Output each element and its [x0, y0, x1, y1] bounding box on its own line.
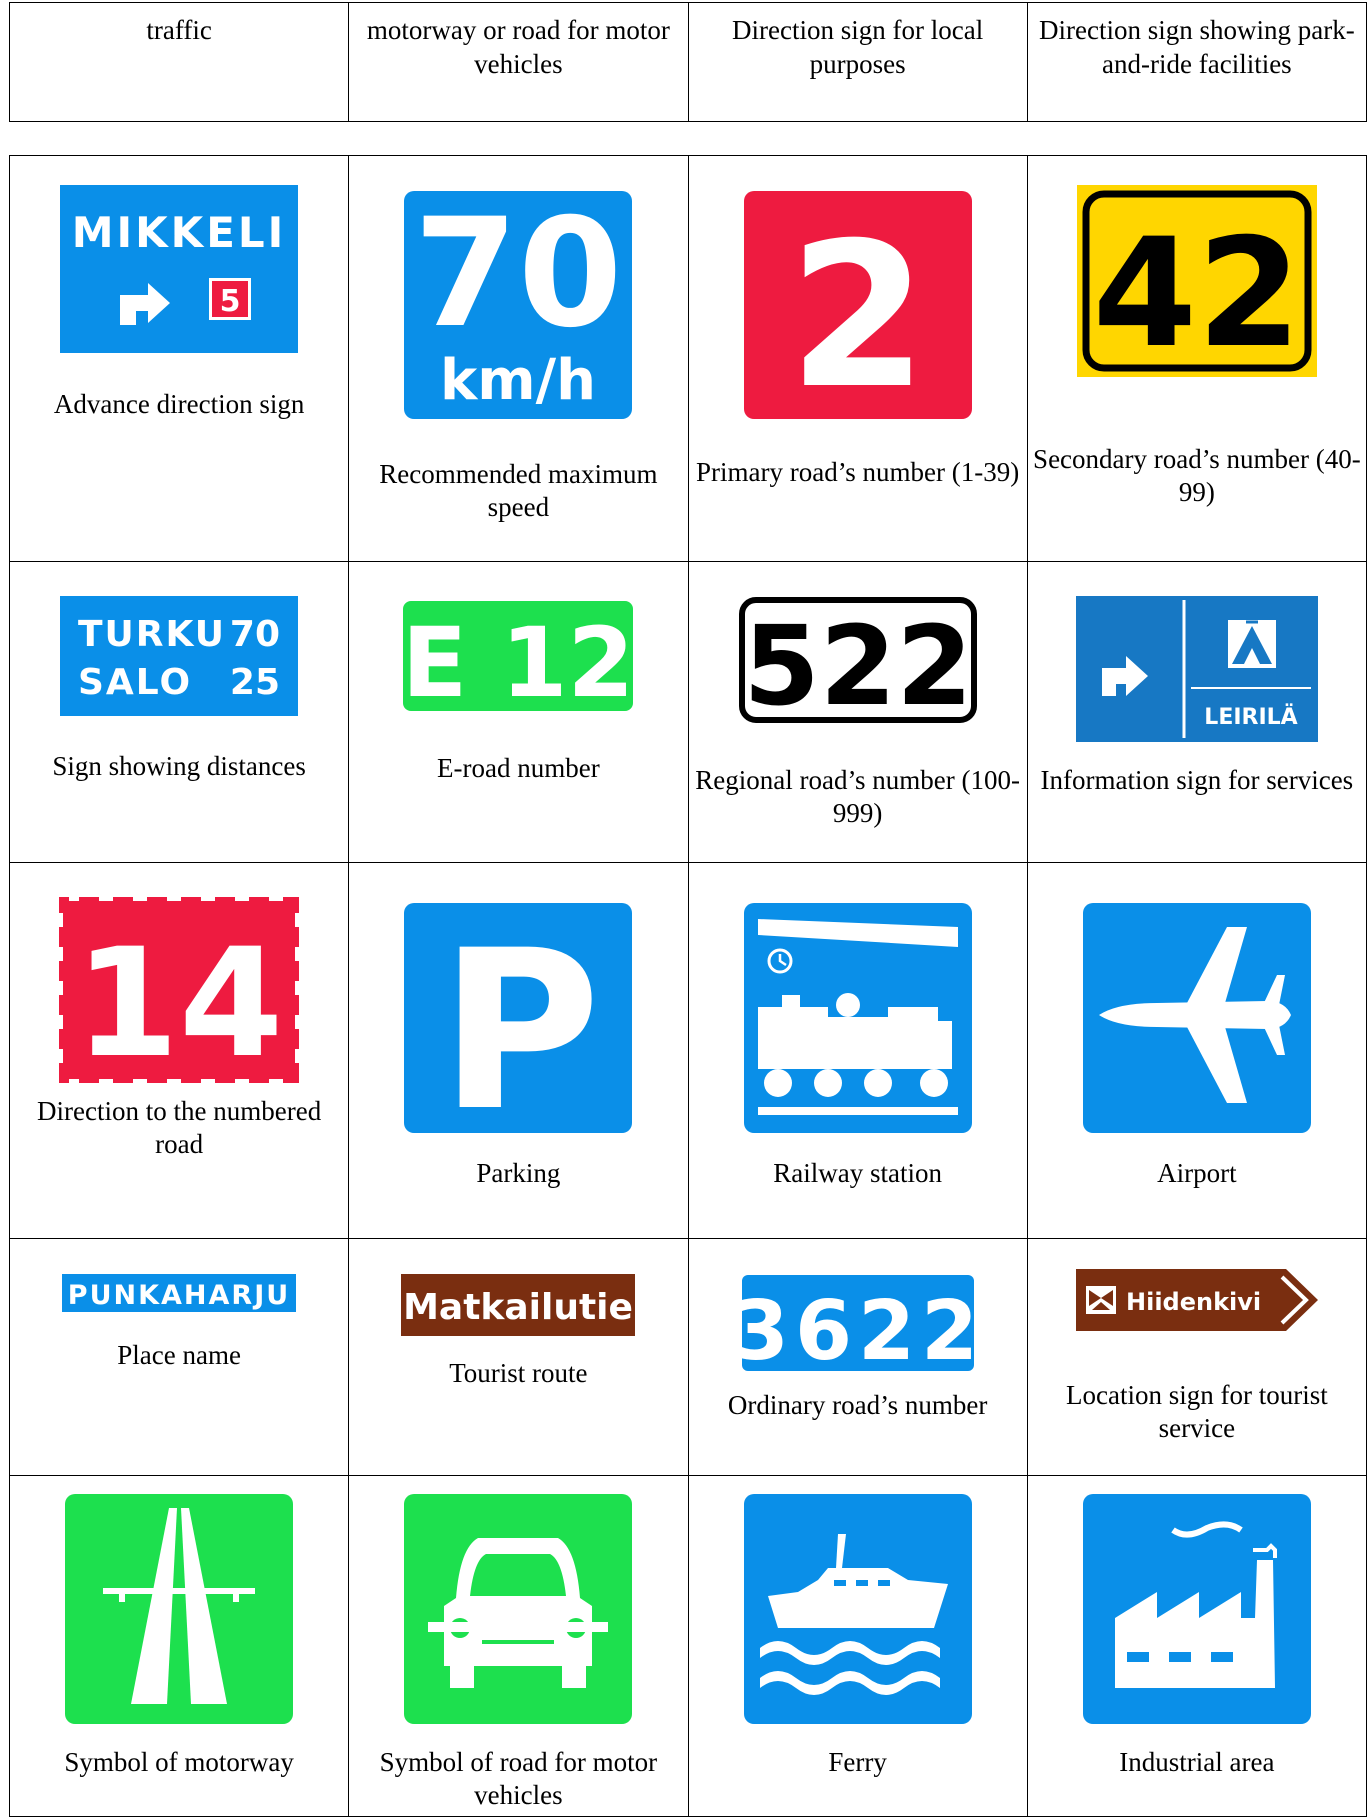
- sign-cell: Symbol of motorway: [8, 1475, 350, 1817]
- sign-caption: Airport: [1157, 1158, 1237, 1188]
- svg-text:5: 5: [220, 284, 241, 319]
- sign-cell: Railway station: [687, 862, 1028, 1239]
- sign-cell: TURKU 70 SALO 25 Sign showing distances: [8, 561, 350, 863]
- svg-text:522: 522: [743, 602, 973, 724]
- svg-text:70: 70: [414, 187, 623, 361]
- sign-cell: Symbol of road for motor vehicles: [348, 1475, 689, 1817]
- svg-text:P: P: [440, 903, 601, 1139]
- advance-direction-sign: MIKKELI 5: [60, 185, 299, 353]
- sign-cell: MIKKELI 5 Advance direction sign: [8, 155, 350, 562]
- ordinary-road-number-sign: 3622: [737, 1271, 978, 1375]
- sign-caption: Advance direction sign: [53, 389, 305, 419]
- sign-caption: Direction to the numbered road: [37, 1096, 322, 1159]
- sign-cell: 3622 Ordinary road’s number: [687, 1238, 1028, 1476]
- sign-cell: Airport: [1026, 862, 1368, 1239]
- sign-caption: Symbol of road for motor vehicles: [379, 1747, 658, 1810]
- svg-text:PUNKAHARJU: PUNKAHARJU: [68, 1280, 290, 1311]
- svg-text:Hiidenkivi: Hiidenkivi: [1126, 1288, 1261, 1316]
- header-cell-local-direction: Direction sign for local purposes: [687, 2, 1028, 122]
- camping-tent-icon: [1227, 620, 1276, 668]
- svg-text:E 12: E 12: [402, 607, 635, 716]
- sign-cell: PUNKAHARJU Place name: [8, 1238, 350, 1476]
- sign-caption: Tourist route: [449, 1358, 588, 1388]
- svg-text:3622: 3622: [738, 1284, 978, 1375]
- place-name-sign: PUNKAHARJU: [59, 1271, 300, 1315]
- svg-text:42: 42: [1093, 207, 1302, 377]
- tourist-route-sign: Matkailutie: [398, 1271, 639, 1339]
- sign-cell: 14 Direction to the numbered road: [8, 862, 350, 1239]
- sign-caption: Information sign for services: [1040, 765, 1354, 795]
- sign-cell: 522 Regional road’s number (100-999): [687, 561, 1028, 863]
- sign-cell: E 12 E-road number: [348, 561, 689, 863]
- sign-caption: Sign showing distances: [52, 751, 306, 781]
- sign-cell: LEIRILÄ Information sign for services: [1026, 561, 1368, 863]
- sign-cell: Ferry: [687, 1475, 1028, 1817]
- svg-text:km/h: km/h: [440, 348, 596, 413]
- sign-cell: 70 km/h Recommended maximum speed: [348, 155, 689, 562]
- motorway-sign: [59, 1488, 300, 1730]
- header-cell-park-and-ride: Direction sign showing park-and-ride fac…: [1026, 2, 1368, 122]
- sign-caption: Regional road’s number (100-999): [695, 765, 1020, 828]
- sign-cell: 2 Primary road’s number (1-39): [687, 155, 1028, 562]
- sign-caption: Secondary road’s number (40-99): [1033, 444, 1361, 507]
- svg-text:SALO: SALO: [78, 662, 192, 703]
- header-table: traffic motorway or road for motor vehic…: [8, 2, 1368, 122]
- svg-text:MIKKELI: MIKKELI: [72, 208, 287, 257]
- sign-caption: Parking: [476, 1158, 561, 1188]
- header-cell-motorway: motorway or road for motor vehicles: [348, 2, 689, 122]
- sign-caption: E-road number: [437, 753, 600, 783]
- services-information-sign: LEIRILÄ: [1075, 596, 1318, 742]
- signs-table: MIKKELI 5 Advance direction sign 70 km/h…: [8, 155, 1368, 1817]
- header-cell-traffic: traffic: [8, 2, 350, 122]
- railway-station-sign: [737, 897, 978, 1139]
- regional-road-number-sign: 522: [738, 597, 977, 724]
- svg-text:2: 2: [788, 200, 927, 425]
- svg-text:TURKU: TURKU: [78, 614, 226, 655]
- distance-sign: TURKU 70 SALO 25: [60, 596, 299, 716]
- sign-caption: Industrial area: [1119, 1747, 1275, 1777]
- airport-sign: [1076, 897, 1317, 1139]
- sign-cell: P Parking: [348, 862, 689, 1239]
- butterfly-icon: [1085, 1286, 1116, 1314]
- motor-vehicle-road-sign: [398, 1488, 639, 1730]
- sign-caption: Primary road’s number (1-39): [696, 457, 1020, 487]
- ferry-sign: [737, 1488, 978, 1730]
- tourist-service-location-sign: Hiidenkivi: [1075, 1269, 1318, 1331]
- sign-cell: Industrial area: [1026, 1475, 1368, 1817]
- sign-caption: Railway station: [773, 1158, 942, 1188]
- parking-sign: P: [398, 897, 639, 1139]
- recommended-speed-sign: 70 km/h: [398, 185, 639, 425]
- industrial-area-sign: [1076, 1488, 1317, 1730]
- sign-cell: 42 Secondary road’s number (40-99): [1026, 155, 1368, 562]
- e-road-number-sign: E 12: [398, 596, 639, 716]
- sign-cell: Matkailutie Tourist route: [348, 1238, 689, 1476]
- svg-text:25: 25: [230, 662, 280, 703]
- primary-road-number-sign: 2: [737, 185, 978, 425]
- svg-text:70: 70: [230, 614, 280, 655]
- sign-caption: Recommended maximum speed: [379, 459, 658, 522]
- sign-caption: Ferry: [828, 1747, 887, 1777]
- sign-caption: Symbol of motorway: [64, 1747, 294, 1777]
- sign-caption: Place name: [117, 1340, 241, 1370]
- sign-caption: Ordinary road’s number: [727, 1390, 988, 1420]
- secondary-road-number-sign: 42: [1076, 185, 1317, 377]
- svg-text:LEIRILÄ: LEIRILÄ: [1204, 704, 1297, 730]
- numbered-road-direction-sign: 14: [59, 897, 300, 1083]
- svg-text:Matkailutie: Matkailutie: [403, 1287, 633, 1328]
- svg-text:14: 14: [75, 917, 284, 1083]
- sign-cell: Hiidenkivi Location sign for tourist ser…: [1026, 1238, 1368, 1476]
- sign-caption: Location sign for tourist service: [1066, 1380, 1328, 1443]
